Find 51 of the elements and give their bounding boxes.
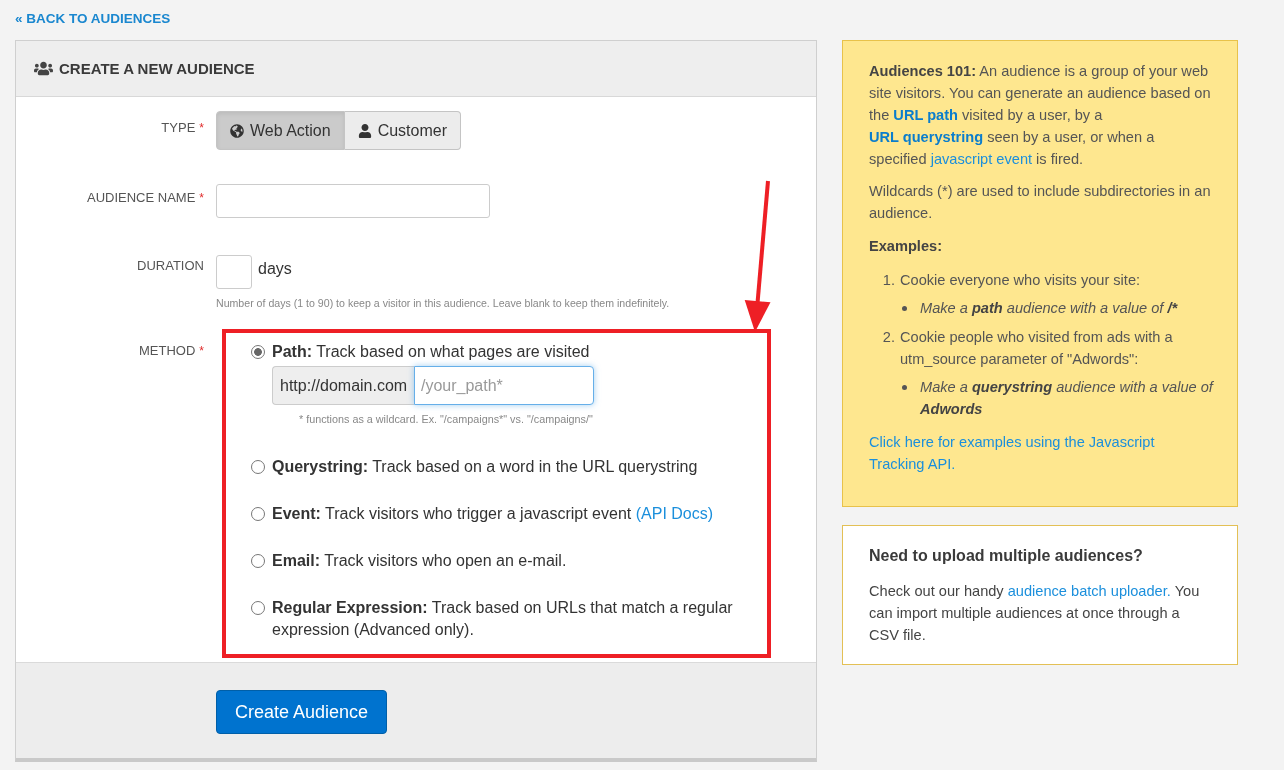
field-label: AUDIENCE NAME [86, 190, 196, 206]
radio-button[interactable] [251, 507, 265, 521]
required-mark: * [199, 120, 204, 136]
tracking-api-link[interactable]: Click here for examples using the Javascript Tracking API. [869, 431, 1213, 475]
create-audience-button[interactable]: Create Audience [216, 690, 388, 734]
type-toggle-button[interactable]: Web Action [216, 111, 345, 150]
bullet-icon [902, 385, 907, 390]
option-label: Querystring: Track based on a word in the URL querystring [272, 457, 698, 477]
option-label: Path: Track based on what pages are visited [272, 342, 591, 362]
example-text: Cookie everyone who visits your site: [900, 271, 1142, 290]
tip-text: Make a path audience with a value of /* [920, 299, 1178, 318]
docs-link[interactable]: (API Docs) [635, 505, 714, 522]
item-number: 1. [881, 271, 896, 290]
examples-heading: Examples: [869, 237, 943, 256]
example-text: Cookie people who visited from ads with a utm_source parameter of "Adwords": [900, 328, 1174, 369]
globe-icon [230, 123, 244, 138]
users-icon [34, 59, 53, 78]
required-mark: * [199, 190, 204, 206]
field-label: TYPE [161, 120, 196, 136]
option-label: Event: Track visitors who trigger a javascript event (API Docs) [272, 504, 714, 524]
field-label: METHOD [139, 343, 196, 359]
url-prefix: http://domain.com [272, 366, 414, 405]
upload-title: Need to upload multiple audiences? [869, 546, 1144, 566]
unit-label: days [258, 260, 292, 279]
radio-button[interactable] [251, 554, 265, 568]
option-label: Regular Expression: Track based on URLs that match a regular expression (Advanced only). [272, 598, 734, 640]
bullet-icon [902, 306, 907, 311]
field-label: DURATION [137, 258, 204, 274]
type-toggle-button[interactable]: Customer [344, 111, 461, 150]
help-text: Number of days (1 to 90) to keep a visitor in this audience. Leave blank to keep them indefinitely. [216, 296, 671, 310]
info-text: Wildcards (*) are used to include subdirectories in an audience. [869, 182, 1212, 223]
hint-text: * functions as a wildcard. Ex. "/campaigns*" vs. "/campaigns/" [299, 412, 594, 427]
back-link[interactable]: « BACK TO AUDIENCES [15, 10, 171, 28]
upload-text: Check out our handy audience batch uploader. You can import multiple audiences at once through a CSV file. [869, 582, 1201, 645]
required-mark: * [199, 343, 204, 359]
audience-name-input[interactable] [216, 184, 490, 218]
inline-link[interactable]: URL path [893, 107, 958, 123]
radio-button[interactable] [251, 345, 265, 359]
person-icon [357, 123, 372, 138]
radio-button[interactable] [251, 601, 265, 615]
inline-link[interactable]: URL querystring [869, 129, 984, 145]
radio-button[interactable] [251, 460, 265, 474]
tip-text: Make a querystring audience with a value of Adwords [920, 378, 1213, 419]
inline-link[interactable]: javascript event [930, 151, 1033, 167]
path-input[interactable]: /your_path* [414, 366, 594, 405]
duration-input[interactable] [216, 255, 252, 289]
item-number: 2. [881, 328, 896, 347]
panel-title: CREATE A NEW AUDIENCE [59, 60, 255, 77]
info-text: Audiences 101: An audience is a group of your web site visitors. You can generate an audience based on the URL path visited by a user, by a URL querystring seen by a user, or when a specified javascript event is fired. [869, 62, 1212, 169]
inline-link[interactable]: audience batch uploader. [1007, 583, 1171, 599]
option-label: Email: Track visitors who open an e-mail. [272, 551, 567, 571]
